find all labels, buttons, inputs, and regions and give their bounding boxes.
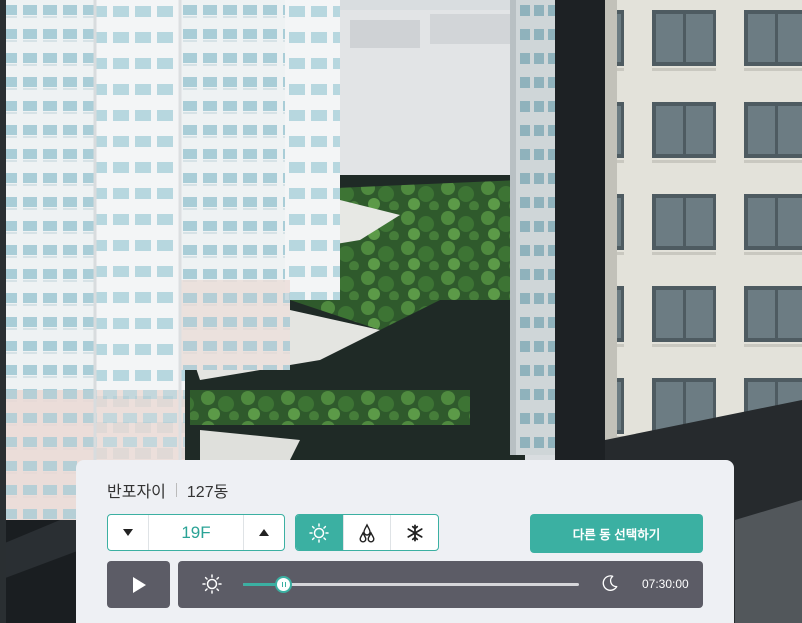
floor-selector: 19F (107, 514, 285, 551)
floor-up-button[interactable] (244, 515, 284, 550)
floor-value: 19F (148, 515, 244, 550)
time-slider-track[interactable] (243, 576, 579, 593)
sun-icon (309, 522, 330, 543)
sun-icon (202, 574, 222, 594)
weather-selector (295, 514, 439, 551)
control-panel: 반포자이 127동 19F 다른 동 선택하기 07:30:00 (76, 460, 734, 623)
weather-rain-button[interactable] (342, 515, 391, 550)
building-title: 반포자이 127동 (107, 478, 228, 502)
select-other-building-button[interactable]: 다른 동 선택하기 (530, 514, 703, 553)
current-time: 07:30:00 (642, 577, 689, 591)
complex-name: 반포자이 (107, 484, 166, 501)
weather-sunny-button[interactable] (296, 515, 343, 550)
rain-drops-icon (359, 522, 375, 542)
time-slider-handle[interactable] (275, 576, 293, 593)
time-slider-bar: 07:30:00 (178, 561, 703, 608)
weather-snow-button[interactable] (390, 515, 438, 550)
building-number: 127동 (186, 484, 229, 501)
title-divider (175, 483, 177, 497)
triangle-up-icon (259, 528, 269, 536)
triangle-down-icon (123, 528, 133, 536)
play-button[interactable] (107, 561, 170, 608)
snowflake-icon (407, 523, 423, 542)
play-icon (132, 576, 146, 593)
moon-icon (602, 575, 618, 591)
floor-down-button[interactable] (108, 515, 148, 550)
